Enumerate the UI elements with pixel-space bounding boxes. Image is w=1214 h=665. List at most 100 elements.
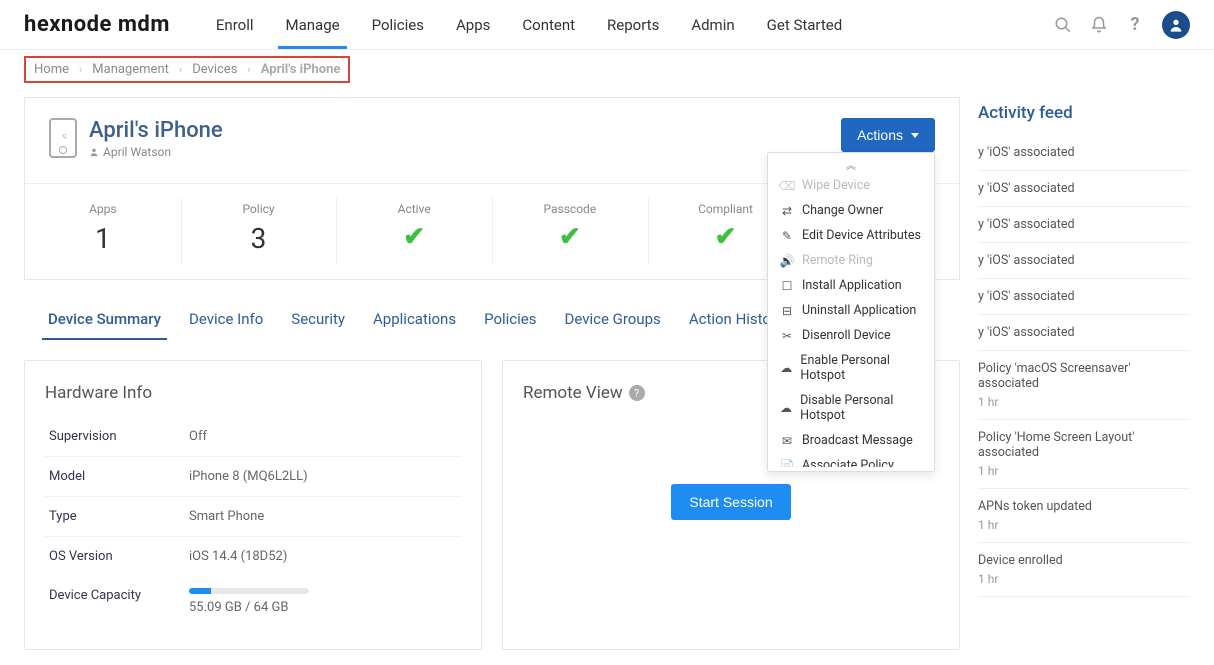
topnav-tab-apps[interactable]: Apps [440, 0, 506, 49]
topnav-tab-admin[interactable]: Admin [675, 0, 750, 49]
topnav-tab-get-started[interactable]: Get Started [751, 0, 859, 49]
topnav-tab-reports[interactable]: Reports [591, 0, 675, 49]
action-label: Associate Policy [802, 458, 894, 467]
chevron-right-icon: › [79, 63, 82, 76]
bell-icon[interactable] [1090, 16, 1108, 34]
action-label: Uninstall Application [802, 303, 916, 318]
hardware-value: iOS 14.4 (18D52) [189, 549, 287, 564]
feed-time: 1 hr [978, 464, 1190, 478]
top-nav-icons: ? [1054, 11, 1190, 39]
action-disable-personal-hotspot[interactable]: ☁ Disable Personal Hotspot [768, 388, 934, 428]
breadcrumb-item[interactable]: Devices [192, 62, 237, 77]
activity-feed-title: Activity feed [978, 97, 1190, 135]
action-label: Install Application [802, 278, 902, 293]
action-associate-policy[interactable]: 📄Associate Policy [768, 453, 934, 467]
help-icon[interactable]: ? [1126, 16, 1144, 34]
action-edit-device-attributes[interactable]: ✎ Edit Device Attributes [768, 223, 934, 248]
action-icon: 🔊 [780, 254, 794, 268]
feed-item: y 'iOS' associated [978, 135, 1190, 171]
action-label: Enable Personal Hotspot [800, 353, 922, 383]
feed-item: y 'iOS' associated [978, 171, 1190, 207]
action-label: Disable Personal Hotspot [800, 393, 922, 423]
action-disenroll-device[interactable]: ✂Disenroll Device [768, 323, 934, 348]
action-label: Change Owner [802, 203, 883, 218]
stat-value: 1 [25, 222, 181, 255]
stat-label: Policy [181, 202, 337, 216]
chevron-right-icon: › [247, 63, 250, 76]
subtab-device-groups[interactable]: Device Groups [551, 302, 675, 340]
topnav-tab-content[interactable]: Content [506, 0, 591, 49]
action-broadcast-message[interactable]: ✉Broadcast Message [768, 428, 934, 453]
feed-item: Device enrolled1 hr [978, 543, 1190, 597]
hardware-value: Off [189, 429, 207, 444]
subtab-device-info[interactable]: Device Info [175, 302, 277, 340]
topnav-tab-enroll[interactable]: Enroll [200, 0, 270, 49]
stat-value: 3 [181, 222, 337, 255]
stat-active: Active✔ [336, 184, 492, 279]
device-card: April's iPhone April Watson Actions ⌫Wip… [24, 97, 960, 280]
action-uninstall-application[interactable]: ⊟ Uninstall Application [768, 298, 934, 323]
actions-dropdown: ⌫Wipe Device ⇄ Change Owner ✎ Edit Device At… [767, 152, 935, 472]
hardware-value: 55.09 GB / 64 GB [189, 588, 309, 615]
hardware-value: iPhone 8 (MQ6L2LL) [189, 469, 308, 484]
topnav-tab-manage[interactable]: Manage [270, 0, 356, 49]
feed-text: Policy 'Home Screen Layout' associated [978, 430, 1190, 460]
subtab-security[interactable]: Security [277, 302, 359, 340]
action-icon: ☐ [780, 279, 794, 293]
topnav-tab-policies[interactable]: Policies [356, 0, 440, 49]
breadcrumb-item[interactable]: Management [92, 62, 169, 77]
action-icon: ✎ [780, 229, 794, 243]
feed-text: y 'iOS' associated [978, 145, 1190, 160]
action-label: Wipe Device [802, 178, 870, 193]
actions-button[interactable]: Actions [841, 118, 935, 152]
subtab-device-summary[interactable]: Device Summary [34, 302, 175, 340]
search-icon[interactable] [1054, 16, 1072, 34]
feed-text: y 'iOS' associated [978, 253, 1190, 268]
action-label: Edit Device Attributes [802, 228, 921, 243]
help-tooltip-icon[interactable]: ? [629, 385, 645, 401]
activity-feed: Activity feed y 'iOS' associated y 'iOS' … [978, 97, 1190, 597]
hardware-row: SupervisionOff [45, 417, 461, 457]
feed-time: 1 hr [978, 572, 1190, 586]
action-remote-ring: 🔊 Remote Ring [768, 248, 934, 273]
action-icon: ⊟ [780, 304, 794, 318]
hardware-info-title: Hardware Info [45, 383, 461, 403]
action-icon: ☁ [780, 401, 792, 415]
feed-text: y 'iOS' associated [978, 181, 1190, 196]
capacity-bar [189, 588, 309, 594]
action-wipe-device: ⌫Wipe Device [768, 173, 934, 198]
hardware-key: Device Capacity [49, 588, 189, 615]
caret-down-icon [911, 133, 919, 138]
breadcrumb-item[interactable]: Home [34, 62, 69, 77]
subtab-policies[interactable]: Policies [470, 302, 550, 340]
feed-time: 1 hr [978, 395, 1190, 409]
hardware-row: OS VersioniOS 14.4 (18D52) [45, 537, 461, 576]
action-enable-personal-hotspot[interactable]: ☁Enable Personal Hotspot [768, 348, 934, 388]
feed-item: APNs token updated1 hr [978, 489, 1190, 543]
feed-item: y 'iOS' associated [978, 243, 1190, 279]
hardware-key: Model [49, 469, 189, 484]
top-nav: hexnode mdm EnrollManagePoliciesAppsCont… [0, 0, 1214, 50]
stat-label: Passcode [492, 202, 648, 216]
feed-text: APNs token updated [978, 499, 1190, 514]
subtab-applications[interactable]: Applications [359, 302, 470, 340]
stat-label: Apps [25, 202, 181, 216]
feed-text: y 'iOS' associated [978, 289, 1190, 304]
avatar[interactable] [1162, 11, 1190, 39]
feed-text: y 'iOS' associated [978, 217, 1190, 232]
hardware-value: Smart Phone [189, 509, 264, 524]
action-install-application[interactable]: ☐ Install Application [768, 273, 934, 298]
hardware-info-panel: Hardware Info SupervisionOff ModeliPhone … [24, 360, 482, 650]
feed-text: Policy 'macOS Screensaver' associated [978, 361, 1190, 391]
stat-passcode: Passcode ✔ [492, 184, 648, 279]
start-session-button[interactable]: Start Session [671, 484, 790, 520]
stat-value: ✔ [492, 222, 648, 252]
action-icon: ⇄ [780, 204, 794, 218]
action-change-owner[interactable]: ⇄ Change Owner [768, 198, 934, 223]
device-owner: April Watson [89, 145, 223, 159]
feed-item: y 'iOS' associated [978, 279, 1190, 315]
action-icon: ✉ [780, 434, 794, 448]
action-icon: ✂ [780, 329, 794, 343]
action-label: Remote Ring [802, 253, 873, 268]
hardware-key: Type [49, 509, 189, 524]
